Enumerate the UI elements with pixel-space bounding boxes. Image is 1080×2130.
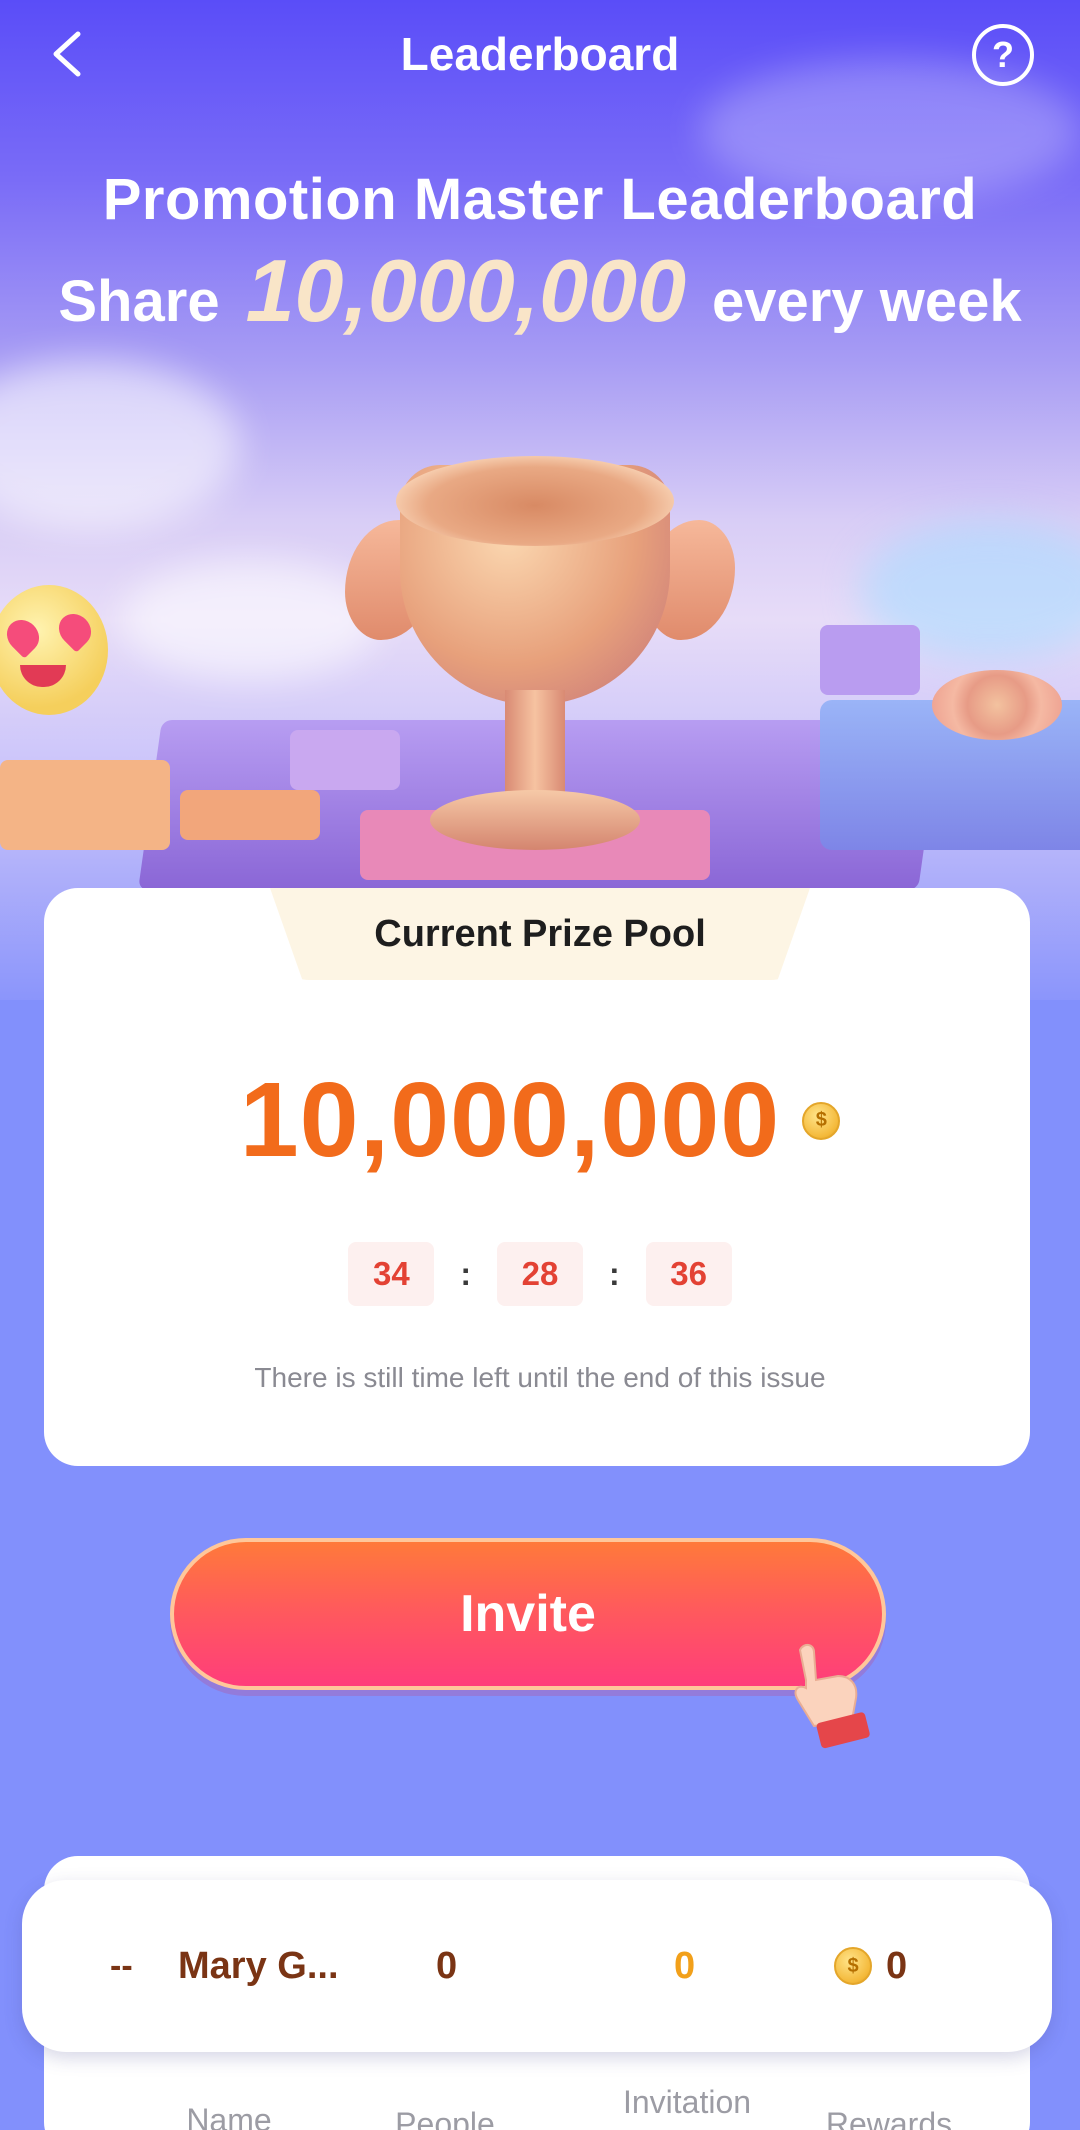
scene-block	[0, 760, 170, 850]
coin-icon: $	[834, 1947, 872, 1985]
timer-hours: 34	[348, 1242, 435, 1306]
column-header-name: Name	[186, 2102, 272, 2130]
my-rank: --	[110, 1946, 133, 1985]
promo-headline: Promotion Master Leaderboard	[102, 167, 978, 232]
trophy-stem	[505, 690, 565, 800]
coin-icon: $	[802, 1101, 841, 1140]
chevron-left-icon	[53, 31, 81, 77]
timer-hint: There is still time left until the end o…	[254, 1362, 826, 1393]
scene-block	[290, 730, 400, 790]
share-amount: 10,000,000	[245, 241, 687, 340]
column-header-invitation: Invitation	[622, 2084, 752, 2120]
trophy-base	[430, 790, 640, 850]
hero-banner: Leaderboard ? Promotion Master Leaderboa…	[0, 0, 1080, 1000]
scene-block	[820, 625, 920, 695]
column-header-people: People	[395, 2106, 495, 2130]
pointing-hand-icon	[794, 1644, 870, 1749]
prize-amount-row: 10,000,000 $	[0, 1060, 1080, 1181]
prize-pool-label: Current Prize Pool	[374, 912, 706, 955]
top-bar: Leaderboard ?	[0, 0, 1080, 108]
invite-label: Invite	[460, 1585, 596, 1643]
my-rewards-value: 0	[886, 1944, 908, 1987]
my-people-count: 0	[436, 1944, 458, 1987]
share-suffix: every week	[712, 269, 1022, 334]
my-rewards: $ 0	[834, 1880, 907, 2052]
cloud-decoration	[0, 360, 240, 530]
timer-minutes: 28	[497, 1242, 583, 1306]
heart-icon	[52, 607, 98, 653]
countdown-timer: 34 : 28 : 36	[0, 1242, 1080, 1306]
cloud-decoration	[120, 560, 380, 680]
back-button[interactable]	[44, 28, 94, 80]
turntable-decoration	[932, 670, 1062, 740]
invite-button[interactable]: Invite	[170, 1538, 886, 1690]
timer-separator: :	[609, 1255, 620, 1292]
share-prefix: Share	[58, 269, 220, 334]
column-header-rewards: Rewards	[825, 2106, 953, 2130]
emoji-mouth	[20, 665, 66, 687]
question-mark-icon: ?	[992, 34, 1014, 75]
help-button[interactable]: ?	[972, 24, 1034, 86]
heart-eyes-emoji-icon	[0, 585, 108, 715]
heart-icon	[0, 613, 46, 659]
my-name: Mary G...	[178, 1944, 339, 1987]
my-invitation-count: 0	[674, 1944, 696, 1987]
timer-seconds: 36	[645, 1242, 732, 1306]
page-title: Leaderboard	[400, 28, 680, 80]
my-rank-row: -- Mary G... 0 0 $ 0	[22, 1880, 1052, 2052]
prize-amount: 10,000,000	[239, 1061, 781, 1179]
prize-pool-tab: Current Prize Pool	[270, 888, 810, 980]
timer-separator: :	[460, 1255, 471, 1292]
trophy-rim	[396, 456, 674, 546]
scene-block	[180, 790, 320, 840]
promo-subline: Share 10,000,000 every week	[0, 240, 1080, 342]
